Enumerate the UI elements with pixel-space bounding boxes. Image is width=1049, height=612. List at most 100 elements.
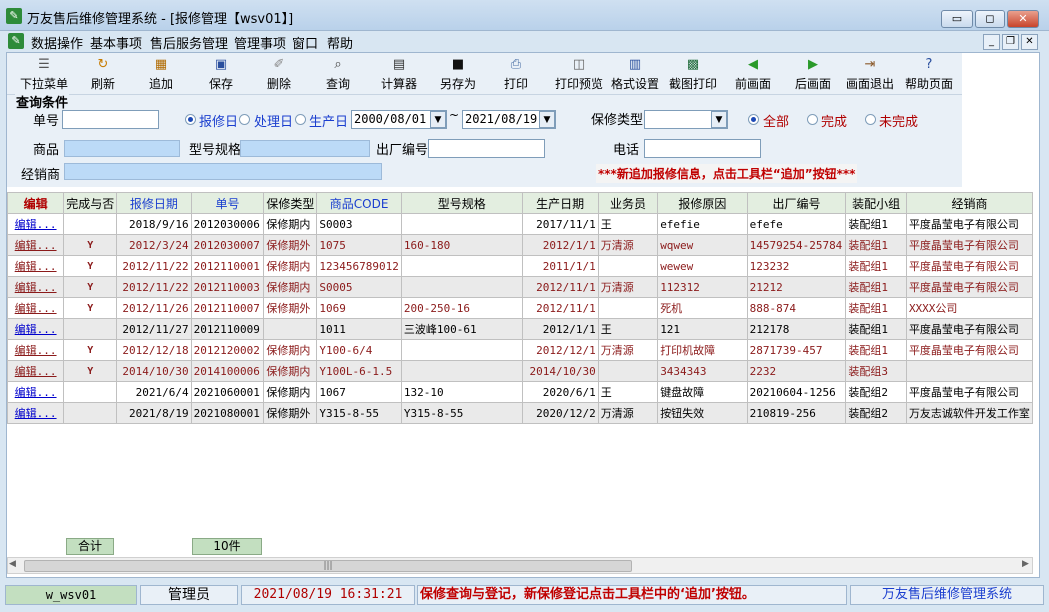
col-goods-code[interactable]: 商品CODE	[316, 192, 402, 214]
table-row[interactable]: 编辑... 2021/8/19 2021080001 保修期外 Y315-8-55 Y31…	[6, 402, 1034, 424]
toolbar-refresh-button[interactable]: ↻ 刷新	[79, 53, 127, 95]
edit-link[interactable]: 编辑...	[6, 255, 65, 277]
edit-link[interactable]: 编辑...	[6, 402, 65, 424]
factory-no-input[interactable]	[428, 139, 545, 158]
table-row[interactable]: 编辑... Y 2012/12/18 2012120002 保修期内 Y100-6/4 20…	[6, 339, 1034, 361]
toolbar-screenshot-print-button[interactable]: ▩ 截图打印	[665, 53, 721, 95]
table-row[interactable]: 编辑... Y 2012/11/26 2012110007 保修期外 1069 200-25…	[6, 297, 1034, 319]
scroll-left-icon[interactable]: ◀	[9, 559, 16, 569]
col-salesman[interactable]: 业务员	[597, 192, 659, 214]
mdi-minimize-icon[interactable]: _	[983, 34, 1000, 50]
menu-basic[interactable]: 基本事项	[90, 33, 142, 52]
table-row[interactable]: 编辑... Y 2012/11/22 2012110001 保修期内 1234567890…	[6, 255, 1034, 277]
col-assembly-group[interactable]: 装配小组	[845, 192, 907, 214]
edit-link[interactable]: 编辑...	[6, 381, 65, 403]
dropdown-menu-icon: ☰	[38, 57, 50, 72]
col-factory-no[interactable]: 出厂编号	[746, 192, 847, 214]
edit-link[interactable]: 编辑...	[6, 213, 65, 235]
toolbar-dropdown-button[interactable]: ☰ 下拉菜单	[15, 53, 73, 95]
exit-icon: ⇥	[864, 57, 876, 72]
toolbar-exit-button[interactable]: ⇥ 画面退出	[842, 53, 898, 95]
table-cell: 装配组2	[845, 402, 907, 424]
goods-input[interactable]	[64, 140, 180, 157]
toolbar-next-button[interactable]: ▶ 后画面	[787, 53, 839, 95]
add-notice: ***新追加报修信息，点击工具栏“追加”按钮***	[596, 164, 858, 183]
table-cell: 王	[597, 381, 659, 403]
col-edit[interactable]: 编辑	[6, 192, 65, 214]
scroll-right-icon[interactable]: ▶	[1022, 559, 1029, 569]
mdi-restore-icon[interactable]: ❐	[1002, 34, 1019, 50]
toolbar-calculator-button[interactable]: ▤ 计算器	[372, 53, 426, 95]
menu-management[interactable]: 管理事项	[234, 33, 286, 52]
table-cell: 保修期外	[263, 402, 318, 424]
table-row[interactable]: 编辑... 2021/6/4 2021060001 保修期内 1067 132-10 202…	[6, 381, 1034, 403]
scroll-thumb[interactable]: |||	[24, 560, 632, 572]
next-icon: ▶	[808, 57, 818, 72]
col-warranty[interactable]: 保修类型	[263, 192, 318, 214]
toolbar-previous-button[interactable]: ◀ 前画面	[727, 53, 779, 95]
table-row[interactable]: 编辑... 2012/11/27 2012110009 1011 三波峰100-61 20…	[6, 318, 1034, 340]
edit-link[interactable]: 编辑...	[6, 318, 65, 340]
table-row[interactable]: 编辑... Y 2014/10/30 2014100006 保修期内 Y100L-6-1.…	[6, 360, 1034, 382]
edit-link[interactable]: 编辑...	[6, 360, 65, 382]
col-dealer[interactable]: 经销商	[905, 192, 1034, 214]
table-row[interactable]: 编辑... Y 2012/11/22 2012110003 保修期内 S0005 2012/…	[6, 276, 1034, 298]
table-row[interactable]: 编辑... Y 2012/3/24 2012030007 保修期外 1075 160-180…	[6, 234, 1034, 256]
table-row[interactable]: 编辑... 2018/9/16 2012030006 保修期内 S0003 2017/11…	[6, 213, 1034, 235]
radio-status-all[interactable]	[748, 114, 759, 125]
toolbar-save-as-button[interactable]: ■ 另存为	[432, 53, 484, 95]
menu-window[interactable]: 窗口	[292, 33, 318, 52]
col-reason[interactable]: 报修原因	[657, 192, 748, 214]
edit-link[interactable]: 编辑...	[6, 297, 65, 319]
table-cell: 2021/8/19	[116, 402, 192, 424]
toolbar-print-preview-button[interactable]: ◫ 打印预览	[547, 53, 611, 95]
col-production-date[interactable]: 生产日期	[521, 192, 599, 214]
edit-link[interactable]: 编辑...	[6, 276, 65, 298]
minimize-icon[interactable]: ▭	[941, 10, 973, 28]
toolbar-help-button[interactable]: ? 帮助页面	[900, 53, 958, 95]
menu-data-ops[interactable]: 数据操作	[31, 33, 83, 52]
radio-process-date-label: 处理日	[254, 115, 294, 130]
calculator-icon: ▤	[392, 57, 406, 72]
model-input[interactable]	[240, 140, 370, 157]
dealer-input[interactable]	[64, 163, 382, 180]
phone-input[interactable]	[644, 139, 761, 158]
maximize-icon[interactable]: ◻	[975, 10, 1005, 28]
chevron-down-icon[interactable]: ▼	[430, 111, 446, 128]
toolbar-format-button[interactable]: ▥ 格式设置	[607, 53, 663, 95]
radio-production-date[interactable]	[295, 114, 306, 125]
table-cell: Y315-8-55	[400, 402, 523, 424]
table-cell	[63, 402, 118, 424]
radio-report-date[interactable]	[185, 114, 196, 125]
toolbar-query-button[interactable]: ⌕ 查询	[314, 53, 362, 95]
order-no-input[interactable]	[62, 110, 159, 129]
status-datetime: 2021/08/19 16:31:21	[241, 585, 415, 605]
radio-status-done[interactable]	[807, 114, 818, 125]
table-cell: 三波峰100-61	[400, 318, 523, 340]
toolbar-save-button[interactable]: ▣ 保存	[197, 53, 245, 95]
menu-after-sales[interactable]: 售后服务管理	[150, 33, 228, 52]
table-cell: 按钮失效	[657, 402, 748, 424]
edit-link[interactable]: 编辑...	[6, 234, 65, 256]
radio-status-undone[interactable]	[865, 114, 876, 125]
table-cell: 保修期内	[263, 255, 318, 277]
col-done[interactable]: 完成与否	[63, 192, 118, 214]
chevron-down-icon[interactable]: ▼	[711, 111, 727, 128]
toolbar-add-button[interactable]: ▦ 追加	[137, 53, 185, 95]
total-count: 10件	[192, 538, 262, 555]
close-icon[interactable]: ✕	[1007, 10, 1039, 28]
radio-process-date[interactable]	[239, 114, 250, 125]
table-cell: 132-10	[400, 381, 523, 403]
toolbar-delete-button[interactable]: ✐ 删除	[255, 53, 303, 95]
table-cell: 160-180	[400, 234, 523, 256]
table-cell: 2021060001	[190, 381, 265, 403]
col-report-date[interactable]: 报修日期	[116, 192, 192, 214]
menu-help[interactable]: 帮助	[327, 33, 353, 52]
chevron-down-icon[interactable]: ▼	[539, 111, 555, 128]
toolbar-print-button[interactable]: ⎙ 打印	[492, 53, 540, 95]
col-order-no[interactable]: 单号	[190, 192, 265, 214]
table-cell: 3434343	[657, 360, 748, 382]
mdi-close-icon[interactable]: ✕	[1021, 34, 1038, 50]
col-model[interactable]: 型号规格	[400, 192, 523, 214]
edit-link[interactable]: 编辑...	[6, 339, 65, 361]
